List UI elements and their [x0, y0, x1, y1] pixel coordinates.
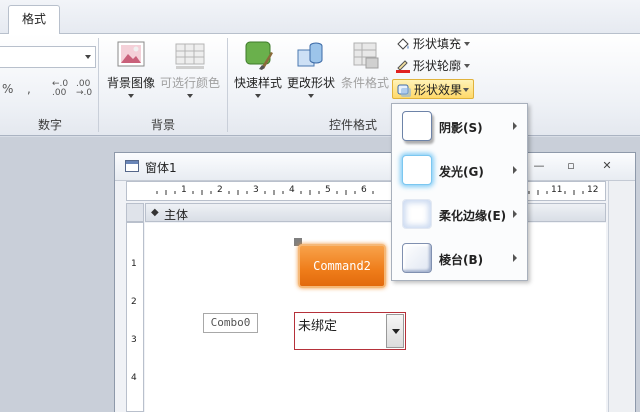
menu-item-shadow[interactable]: 阴影(S): [394, 106, 525, 148]
ribbon-tab-bar: 格式: [0, 0, 640, 35]
vertical-scrollbar[interactable]: [608, 181, 634, 412]
shape-effects-button[interactable]: 形状效果: [392, 79, 474, 99]
tab-format[interactable]: 格式: [8, 5, 60, 35]
menu-item-bevel[interactable]: 棱台(B): [394, 238, 525, 280]
vertical-ruler: 1 2 3 4: [126, 222, 144, 412]
ruler-mark: 3: [131, 335, 137, 345]
quick-styles-button[interactable]: 快速样式: [232, 40, 284, 98]
combo-dropdown-button[interactable]: [386, 314, 404, 348]
chevron-down-icon: [128, 94, 134, 98]
ribbon: % , ←.0 .00 .00 →.0 数字 背景图像 可选行颜色 背景 快速样…: [0, 34, 640, 136]
chevron-right-icon: [513, 254, 517, 262]
shape-fill-button[interactable]: 形状填充: [392, 34, 474, 54]
increase-decimals-button[interactable]: ←.0 .00: [52, 80, 68, 98]
chevron-right-icon: [513, 210, 517, 218]
pencil-outline-icon: [396, 59, 410, 73]
section-arrow-icon: ◆: [151, 207, 159, 218]
number-format-combo[interactable]: [0, 46, 96, 68]
shape-effects-label: 形状效果: [414, 83, 463, 97]
background-image-label: 背景图像: [106, 76, 155, 90]
menu-item-soft-edges[interactable]: 柔化边缘(E): [394, 194, 525, 236]
shape-fill-label: 形状填充: [413, 37, 462, 51]
alternate-row-color-button: 可选行颜色: [158, 40, 222, 98]
bevel-preview-icon: [402, 243, 432, 273]
shape-outline-button[interactable]: 形状轮廓: [392, 56, 474, 76]
chevron-down-icon: [308, 94, 314, 98]
conditional-formatting-button: 条件格式: [338, 40, 392, 91]
table-grid-icon: [173, 40, 207, 70]
background-image-button[interactable]: 背景图像: [104, 40, 158, 98]
ruler-mark: 4: [131, 373, 137, 383]
form-icon: [125, 160, 139, 172]
ruler-mark: 2: [217, 185, 223, 195]
combo-box[interactable]: 未绑定: [294, 312, 406, 350]
chevron-down-icon: [85, 55, 91, 59]
section-title: 主体: [164, 208, 189, 222]
close-icon[interactable]: ✕: [599, 159, 615, 173]
section-selector[interactable]: [126, 203, 144, 222]
command-button[interactable]: Command2: [298, 244, 386, 288]
chevron-down-icon: [463, 88, 469, 92]
menu-item-label: 柔化边缘(E): [439, 209, 507, 223]
group-divider: [227, 38, 228, 132]
shadow-preview-icon: [402, 111, 432, 141]
ruler-mark: 1: [181, 185, 187, 195]
comma-button[interactable]: ,: [27, 82, 31, 96]
ruler-mark: 6: [361, 185, 367, 195]
shape-outline-label: 形状轮廓: [413, 59, 462, 73]
chevron-right-icon: [513, 166, 517, 174]
combo-value: 未绑定: [298, 319, 338, 334]
percent-button[interactable]: %: [2, 82, 13, 96]
group-label-number: 数字: [37, 118, 62, 132]
decrease-decimals-button[interactable]: .00 →.0: [76, 80, 92, 98]
form-title-bar: 窗体1 — ▫ ✕: [115, 153, 635, 181]
change-shape-label: 更改形状: [286, 76, 335, 90]
quick-styles-label: 快速样式: [233, 76, 282, 90]
form-title: 窗体1: [145, 161, 177, 175]
ruler-mark: 1: [131, 259, 137, 269]
ruler-mark: 11: [551, 185, 563, 195]
ruler-mark: 4: [289, 185, 295, 195]
conditional-format-icon: [348, 40, 382, 70]
group-divider: [98, 38, 99, 132]
group-label-background: 背景: [150, 118, 175, 132]
glow-preview-icon: [402, 155, 432, 185]
restore-icon[interactable]: ▫: [563, 159, 579, 173]
ruler-mark: 2: [131, 297, 137, 307]
shape-effects-icon: [397, 83, 411, 97]
menu-item-label: 发光(G): [439, 165, 484, 179]
ruler-mark: 5: [325, 185, 331, 195]
chevron-right-icon: [513, 122, 517, 130]
chevron-down-icon: [464, 64, 470, 68]
shape-effects-menu: 阴影(S) 发光(G) 柔化边缘(E) 棱台(B): [391, 103, 528, 281]
minimize-icon[interactable]: —: [531, 159, 547, 173]
chevron-down-icon: [255, 94, 261, 98]
ruler-mark: 3: [253, 185, 259, 195]
picture-icon: [114, 40, 148, 70]
shapes-icon: [294, 40, 328, 70]
chevron-down-icon: [187, 94, 193, 98]
section-header-detail[interactable]: ◆ 主体: [145, 203, 606, 222]
combo-label[interactable]: Combo0: [203, 313, 258, 333]
brush-shape-icon: [241, 40, 275, 70]
change-shape-button[interactable]: 更改形状: [285, 40, 337, 98]
soft-edges-preview-icon: [402, 199, 432, 229]
conditional-formatting-label: 条件格式: [340, 76, 389, 90]
ruler-mark: 12: [587, 185, 599, 195]
menu-item-label: 阴影(S): [439, 121, 483, 135]
menu-item-glow[interactable]: 发光(G): [394, 150, 525, 192]
horizontal-ruler: 1 2 3 4 5 6 11 12: [126, 181, 606, 201]
paint-bucket-icon: [396, 37, 410, 51]
alternate-row-color-label: 可选行颜色: [159, 76, 220, 90]
menu-item-label: 棱台(B): [439, 253, 484, 267]
chevron-down-icon: [464, 42, 470, 46]
